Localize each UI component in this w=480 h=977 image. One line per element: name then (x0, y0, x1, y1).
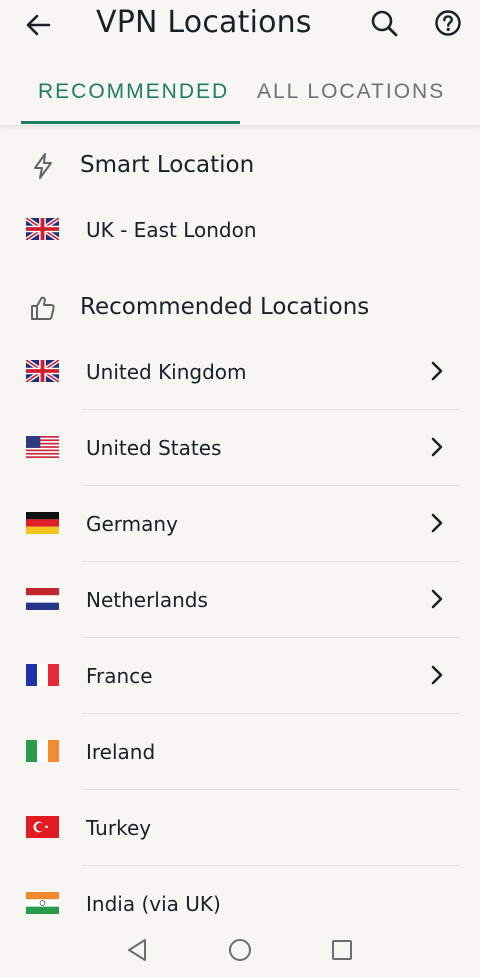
tab-recommended[interactable]: RECOMMENDED (38, 80, 229, 104)
location-row-germany[interactable]: Germany (0, 486, 480, 562)
location-row-united-states[interactable]: United States (0, 410, 480, 486)
location-name: Germany (86, 512, 178, 536)
chevron-right-icon (431, 589, 443, 609)
location-name: United Kingdom (86, 360, 247, 384)
app-bar: VPN Locations (0, 0, 480, 60)
chevron-right-icon (431, 665, 443, 685)
uk-flag (26, 218, 59, 240)
location-name: Ireland (86, 740, 156, 764)
location-name: India (via UK) (86, 892, 221, 916)
thumbs-up-icon (31, 296, 55, 320)
turkey-flag (26, 816, 59, 838)
location-row-united-kingdom[interactable]: United Kingdom (0, 334, 480, 410)
smart-location-name: UK - East London (86, 218, 257, 242)
triangle-back-icon[interactable] (125, 937, 151, 963)
help-circle-icon[interactable] (432, 8, 464, 40)
chevron-right-icon (431, 361, 443, 381)
smart-location-header: Smart Location (0, 144, 480, 188)
location-name: Netherlands (86, 588, 208, 612)
location-row-turkey[interactable]: Turkey (0, 790, 480, 866)
page-title: VPN Locations (96, 5, 312, 40)
location-name: United States (86, 436, 222, 460)
india-flag (26, 892, 59, 914)
recommended-locations-header: Recommended Locations (0, 286, 480, 330)
us-flag (26, 436, 59, 458)
tab-all-locations[interactable]: ALL LOCATIONS (257, 80, 445, 104)
france-flag (26, 664, 59, 686)
search-icon[interactable] (368, 8, 400, 40)
tab-bar: RECOMMENDED ALL LOCATIONS (0, 62, 480, 126)
germany-flag (26, 512, 59, 534)
circle-home-icon[interactable] (227, 937, 253, 963)
location-name: Turkey (86, 816, 152, 840)
system-navigation-bar (0, 925, 480, 977)
location-row-netherlands[interactable]: Netherlands (0, 562, 480, 638)
recommended-locations-heading: Recommended Locations (80, 294, 370, 320)
location-row-france[interactable]: France (0, 638, 480, 714)
smart-location-heading: Smart Location (80, 152, 255, 178)
ireland-flag (26, 740, 59, 762)
lightning-bolt-icon (34, 153, 52, 179)
location-name: France (86, 664, 153, 688)
chevron-right-icon (431, 437, 443, 457)
chevron-right-icon (431, 513, 443, 533)
uk-flag (26, 360, 59, 382)
square-recents-icon[interactable] (329, 937, 355, 963)
active-tab-indicator (21, 121, 240, 124)
smart-location-row[interactable]: UK - East London (0, 194, 480, 270)
location-row-ireland[interactable]: Ireland (0, 714, 480, 790)
netherlands-flag (26, 588, 59, 610)
arrow-left-icon[interactable] (22, 9, 54, 41)
